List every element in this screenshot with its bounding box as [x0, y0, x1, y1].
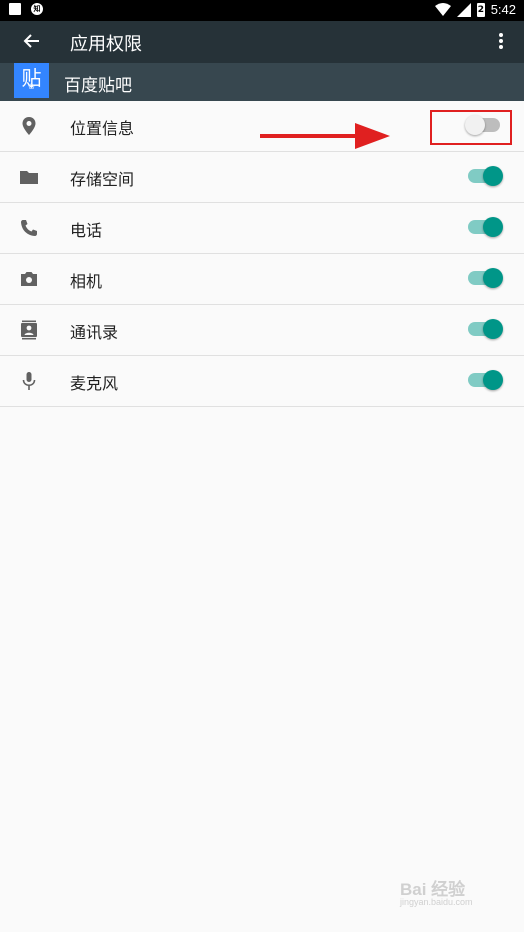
watermark: Bai 经验 jingyan.baidu.com — [400, 880, 473, 907]
clock: 5:42 — [490, 2, 516, 17]
signal-icon — [456, 2, 471, 17]
camera-toggle[interactable] — [468, 268, 503, 288]
permission-label: 通讯录 — [70, 323, 119, 342]
back-arrow-icon[interactable] — [22, 31, 42, 51]
permission-label: 位置信息 — [70, 119, 135, 138]
contacts-toggle[interactable] — [468, 319, 503, 339]
app-header: 贴 ❀ 百度贴吧 — [0, 63, 524, 101]
wifi-icon — [434, 2, 451, 16]
contacts-icon — [21, 320, 37, 340]
permission-label: 相机 — [70, 272, 103, 291]
storage-toggle[interactable] — [468, 166, 503, 186]
page-title: 应用权限 — [70, 34, 142, 55]
app-icon: 贴 ❀ — [14, 63, 49, 98]
folder-icon — [20, 171, 38, 184]
permission-row-storage[interactable]: 存储空间 — [0, 152, 524, 203]
permission-row-microphone[interactable]: 麦克风 — [0, 356, 524, 407]
phone-icon — [21, 220, 37, 236]
permission-label: 存储空间 — [70, 170, 135, 189]
overflow-menu-icon[interactable] — [498, 33, 504, 51]
zhihu-notification-icon: 知 — [31, 3, 43, 15]
app-name: 百度贴吧 — [64, 76, 132, 96]
permission-label: 麦克风 — [70, 374, 119, 393]
permission-row-contacts[interactable]: 通讯录 — [0, 305, 524, 356]
microphone-icon — [22, 372, 36, 390]
microphone-toggle[interactable] — [468, 370, 503, 390]
highlight-box — [430, 110, 512, 145]
camera-icon — [21, 272, 37, 286]
permission-label: 电话 — [70, 221, 103, 240]
red-arrow-annotation — [260, 123, 390, 149]
phone-toggle[interactable] — [468, 217, 503, 237]
battery-icon: 2 — [476, 2, 485, 17]
toolbar: 应用权限 — [0, 21, 524, 63]
status-bar: 知 2 5:42 — [0, 0, 524, 21]
permission-row-camera[interactable]: 相机 — [0, 254, 524, 305]
location-icon — [22, 117, 36, 135]
notification-square-icon — [9, 3, 21, 15]
permission-row-phone[interactable]: 电话 — [0, 203, 524, 254]
